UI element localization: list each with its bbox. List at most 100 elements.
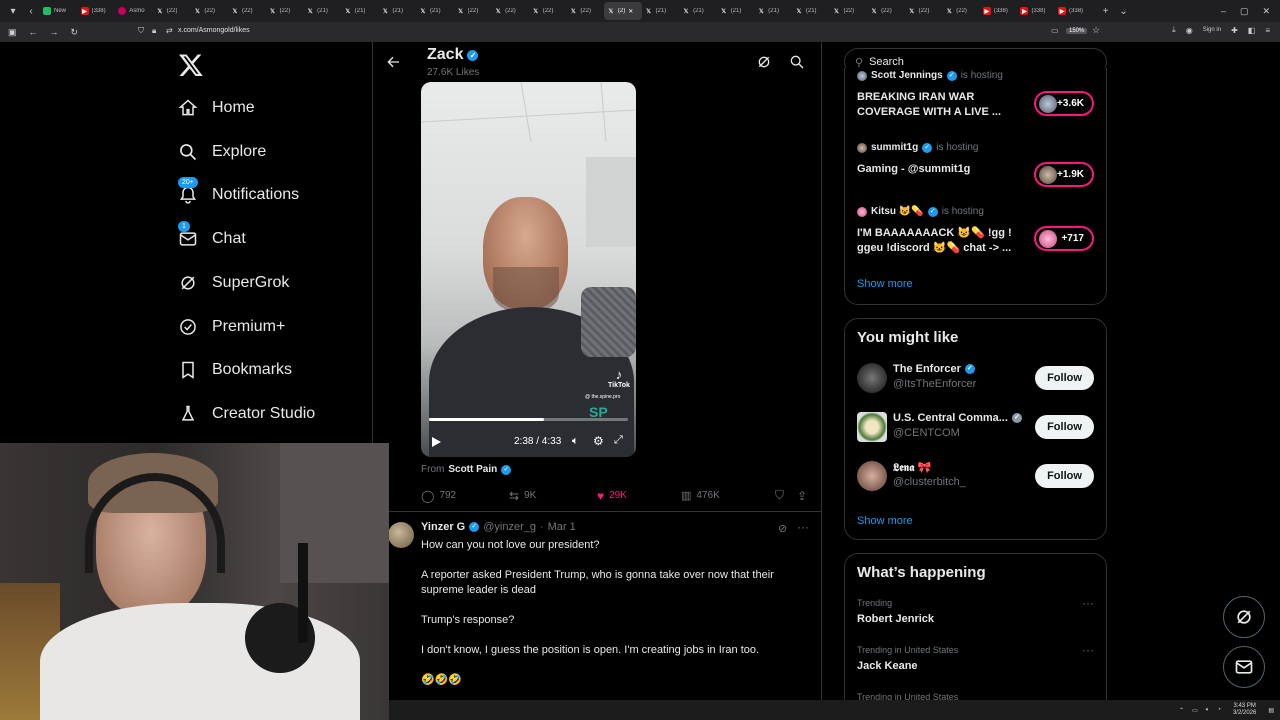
nav-item-bookmarks[interactable]: Bookmarks (178, 358, 292, 382)
reload-icon[interactable]: ↻ (71, 27, 79, 38)
url-field[interactable]: x.com/Asmongold/likes (178, 27, 250, 34)
lock-icon[interactable]: 🔒︎ (152, 26, 156, 36)
scroll-tabs-left-icon[interactable]: ‹ (22, 2, 40, 20)
browser-tab[interactable]: 𝕏 (22) (153, 2, 191, 20)
avatar[interactable] (388, 522, 414, 548)
browser-tab[interactable]: 𝕏 (21) (378, 2, 416, 20)
live-title[interactable]: Gaming - @summit1g (857, 162, 1022, 177)
like-button[interactable]: ♥ 29K (597, 489, 681, 503)
nav-item-chat[interactable]: 1 Chat (178, 221, 246, 251)
nav-item-creator-studio[interactable]: Creator Studio (178, 402, 315, 426)
suggest-name[interactable]: U.S. Central Comma... ✓ (893, 412, 1022, 424)
sidebar-toggle-icon[interactable]: ▣ (8, 27, 17, 38)
live-title[interactable]: BREAKING IRAN WAR COVERAGE WITH A LIVE .… (857, 90, 1022, 120)
browser-tab[interactable]: 𝕏 (21) (792, 2, 830, 20)
bookmark-icon[interactable]: ⛉ (775, 488, 797, 503)
suggest-name[interactable]: The Enforcer ✓ (893, 363, 975, 375)
follow-button[interactable]: Follow (1035, 415, 1094, 439)
live-listeners-button[interactable]: +3.6K (1034, 91, 1094, 116)
avatar[interactable] (857, 363, 887, 393)
live-listeners-button[interactable]: +1.9K (1034, 162, 1094, 187)
grok-icon[interactable] (756, 54, 772, 70)
trend-name[interactable]: Jack Keane (857, 660, 918, 672)
live-listeners-button[interactable]: +717 (1034, 226, 1094, 251)
grok-floating-button[interactable] (1223, 596, 1265, 638)
menu-icon[interactable]: ≡ (1265, 26, 1270, 35)
shield-icon[interactable]: ⛉ (138, 26, 144, 36)
browser-tab[interactable]: 𝕏 (21) (303, 2, 341, 20)
search-icon[interactable] (789, 54, 805, 70)
follow-button[interactable]: Follow (1035, 464, 1094, 488)
clock[interactable]: 3:43 PM 3/2/2026 (1233, 703, 1256, 717)
share-icon[interactable]: ⇪ (797, 489, 807, 503)
browser-tab[interactable]: New (40, 2, 78, 20)
nav-item-explore[interactable]: Explore (178, 140, 266, 164)
suggest-name[interactable]: 𝕷𝖊𝖓𝖆 🎀 (893, 461, 931, 475)
search-input[interactable]: Search (869, 56, 904, 68)
browser-tab[interactable]: 𝕏 (21) (416, 2, 454, 20)
repost-button[interactable]: ⇆ 9K (509, 489, 597, 503)
minimize-icon[interactable]: – (1221, 6, 1226, 16)
live-host[interactable]: summit1g ✓ is hosting (857, 142, 978, 153)
nav-item-notifications[interactable]: 20+ Notifications (178, 177, 299, 207)
suggest-handle[interactable]: @ItsTheEnforcer (893, 378, 976, 390)
close-window-icon[interactable]: ✕ (1262, 6, 1270, 17)
tab-list-icon[interactable]: ⌄ (1115, 2, 1133, 20)
browser-tab[interactable]: ▶ (338) (1055, 2, 1093, 20)
live-title[interactable]: I'M BAAAAAAACK 😺💊 !gg ! ggeu !discord 😺💊… (857, 226, 1022, 256)
picture-icon[interactable]: ▭ (1051, 26, 1059, 35)
tray-chevron-icon[interactable]: ⌃ (1179, 707, 1184, 714)
download-icon[interactable]: ⤓ (1172, 25, 1176, 35)
browser-tab[interactable]: 𝕏 (22) (266, 2, 304, 20)
live-host[interactable]: Scott Jennings ✓ is hosting (857, 70, 1003, 81)
network-icon[interactable]: ▭ (1192, 707, 1198, 714)
grok-icon[interactable]: ⊘ (778, 522, 787, 535)
site-info-icon[interactable]: ⇄ (166, 26, 173, 35)
account-icon[interactable]: ◉ (1186, 26, 1193, 35)
tweet-author-name[interactable]: Yinzer G (421, 521, 465, 533)
profile-icon[interactable]: ◧ (1248, 26, 1256, 35)
volume-icon[interactable]: 🔈︎ (572, 435, 579, 448)
live-host[interactable]: Kitsu 😺💊 ✓ is hosting (857, 206, 984, 217)
nav-item-supergrok[interactable]: SuperGrok (178, 271, 289, 295)
reply-button[interactable]: ◯ 792 (421, 489, 509, 503)
browser-tab[interactable]: 𝕏 (2) ✕ (603, 2, 642, 20)
from-name-link[interactable]: Scott Pain (448, 464, 497, 475)
browser-tab[interactable]: 𝕏 (22) (829, 2, 867, 20)
fullscreen-icon[interactable]: ⤢ (614, 434, 623, 447)
back-arrow-icon[interactable] (385, 54, 401, 70)
video-progress-track[interactable] (429, 418, 628, 421)
follow-button[interactable]: Follow (1035, 366, 1094, 390)
forward-icon[interactable]: → (50, 27, 59, 38)
browser-tab[interactable]: 𝕏 (22) (491, 2, 529, 20)
nav-item-home[interactable]: Home (178, 96, 255, 120)
play-icon[interactable] (430, 435, 442, 447)
suggest-handle[interactable]: @clusterbitch_ (893, 476, 966, 488)
browser-tab[interactable]: 𝕏 (21) (642, 2, 680, 20)
zoom-level[interactable]: 150% (1066, 28, 1088, 34)
settings-icon[interactable]: ⚙︎ (593, 434, 604, 448)
video-player[interactable]: ♪ TikTok @ the.spine.pro SP 2:38 / 4:33 … (421, 82, 636, 457)
more-icon[interactable]: ··· (797, 520, 809, 534)
trend-more-icon[interactable]: ··· (1082, 643, 1094, 657)
browser-tab[interactable]: ▶ (338) (1017, 2, 1055, 20)
maximize-icon[interactable]: ▢ (1240, 6, 1249, 17)
avatar[interactable] (857, 412, 887, 442)
tab-menu-icon[interactable]: ▾ (4, 2, 22, 20)
live-show-more-link[interactable]: Show more (857, 278, 913, 290)
browser-tab[interactable]: 𝕏 (22) (867, 2, 905, 20)
browser-tab[interactable]: ▶ (338) (980, 2, 1018, 20)
signin-button[interactable]: Sign in (1203, 27, 1221, 33)
browser-tab[interactable]: 𝕏 (22) (566, 2, 604, 20)
browser-tab[interactable]: Asmo (115, 2, 153, 20)
browser-tab[interactable]: 𝕏 (21) (679, 2, 717, 20)
extensions-icon[interactable]: ✚ (1231, 26, 1238, 35)
avatar[interactable] (857, 461, 887, 491)
browser-tab[interactable]: 𝕏 (21) (754, 2, 792, 20)
browser-tab[interactable]: 𝕏 (22) (942, 2, 980, 20)
star-icon[interactable]: ☆ (1092, 25, 1100, 36)
tweet-author-handle[interactable]: @yinzer_g (483, 521, 536, 533)
back-icon[interactable]: ← (29, 27, 38, 38)
browser-tab[interactable]: 𝕏 (22) (454, 2, 492, 20)
x-logo-icon[interactable] (178, 52, 204, 78)
